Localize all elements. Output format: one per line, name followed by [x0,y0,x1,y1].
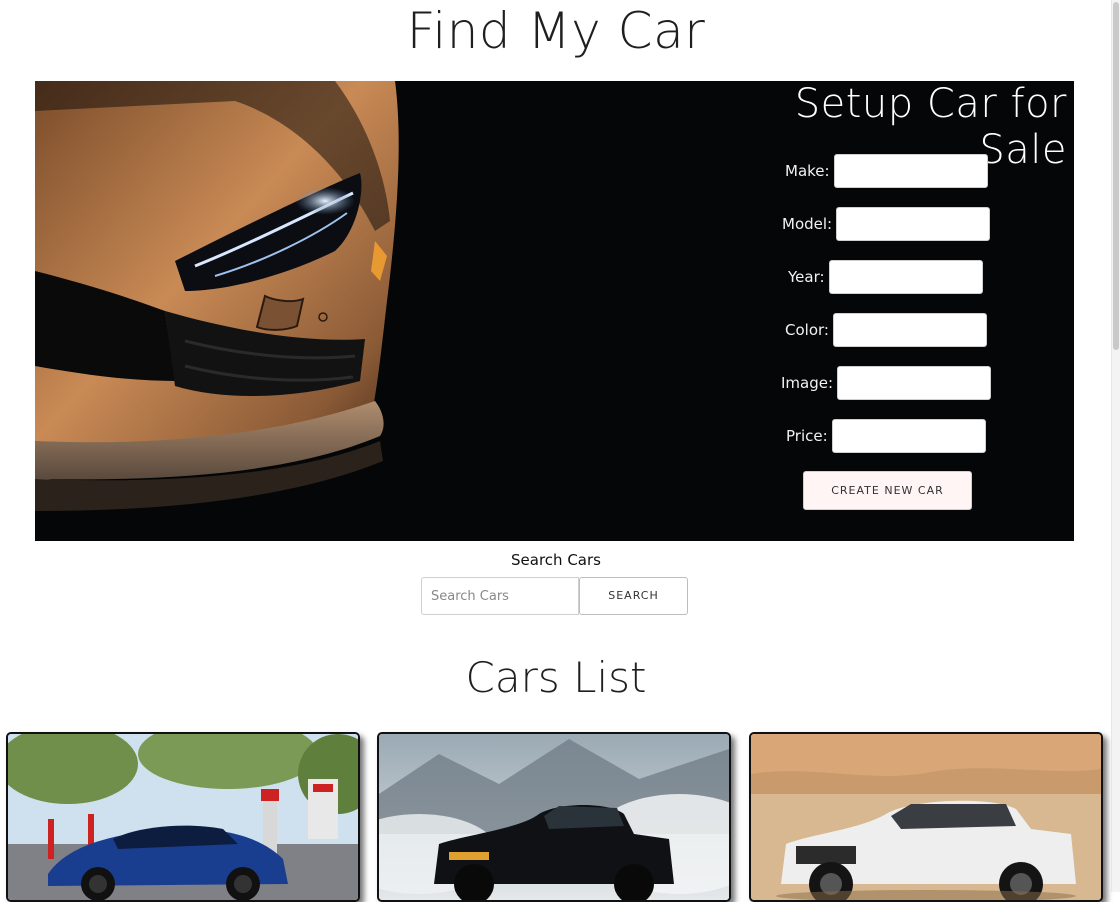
page-title: Find My Car [406,2,706,60]
image-row: Image: [781,364,992,402]
year-input[interactable] [828,260,983,294]
search-button[interactable]: SEARCH [579,577,688,615]
cars-list-title: Cars List [465,653,647,702]
price-row: Price: [786,417,986,455]
year-label: Year: [788,268,825,286]
car-card-image [751,734,1101,900]
scrollbar-thumb[interactable] [1113,2,1119,350]
image-input[interactable] [837,366,992,400]
page: Find My Car Setup Car for Sale Make: Mod… [0,0,1112,902]
create-new-car-button[interactable]: CREATE NEW CAR [803,471,972,510]
price-input[interactable] [831,419,986,453]
year-row: Year: [788,258,983,296]
model-input[interactable] [836,207,991,241]
car-card[interactable] [377,732,731,902]
model-row: Model: [782,205,991,243]
image-label: Image: [781,374,834,392]
create-car-panel: Setup Car for Sale Make: Model: Year: Co… [35,81,1074,541]
page-scrollbar[interactable] [1111,0,1120,892]
search-input[interactable] [421,577,579,615]
car-card-image [379,734,729,900]
color-input[interactable] [832,313,987,347]
model-label: Model: [782,215,833,233]
price-label: Price: [786,427,828,445]
make-row: Make: [785,152,988,190]
color-label: Color: [785,321,829,339]
make-label: Make: [785,162,830,180]
color-row: Color: [785,311,987,349]
car-card[interactable] [6,732,360,902]
car-card-image [8,734,358,900]
car-card[interactable] [749,732,1103,902]
make-input[interactable] [833,154,988,188]
search-label: Search Cars [511,551,601,569]
